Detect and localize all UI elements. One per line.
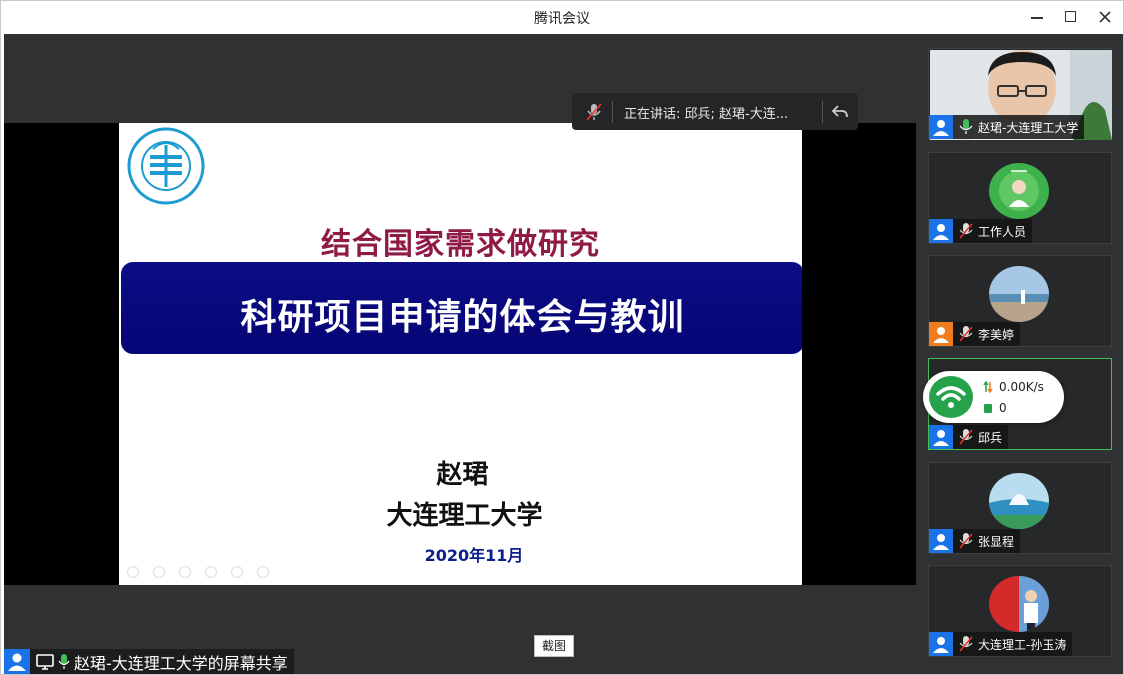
slide-tool-icon[interactable] xyxy=(257,566,269,578)
user-icon xyxy=(929,529,953,553)
participant-name: 大连理工-孙玉涛 xyxy=(978,637,1067,652)
slide-title: 科研项目申请的体会与教训 xyxy=(240,297,685,338)
close-button[interactable] xyxy=(1095,7,1115,27)
maximize-icon xyxy=(1065,11,1076,22)
participant-tile[interactable]: 工作人员 xyxy=(928,152,1112,244)
mic-muted-icon xyxy=(959,326,973,342)
presentation-slide: 结合国家需求做研究 科研项目申请的体会与教训 赵珺 大连理工大学 2020年11… xyxy=(119,123,802,585)
participant-name-bar: 工作人员 xyxy=(929,219,1033,243)
user-icon xyxy=(929,632,953,656)
participant-name-bar: 邱兵 xyxy=(929,425,1009,449)
participant-avatar xyxy=(989,473,1049,529)
participant-avatar xyxy=(989,576,1049,632)
network-speed-value: 0.00K/s xyxy=(999,380,1044,394)
participant-tile[interactable]: 大连理工-孙玉涛 xyxy=(928,565,1112,657)
mic-muted-icon xyxy=(959,223,973,239)
title-bar: 腾讯会议 xyxy=(1,1,1123,33)
participant-name-bar: 大连理工-孙玉涛 xyxy=(929,632,1073,656)
updown-arrow-icon xyxy=(983,381,993,393)
slide-title-banner: 科研项目申请的体会与教训 xyxy=(121,262,802,354)
participant-avatar xyxy=(989,266,1049,322)
slide-tool-icon[interactable] xyxy=(179,566,191,578)
share-owner-label: 赵珺-大连理工大学的屏幕共享 xyxy=(74,653,288,673)
slide-tool-icon[interactable] xyxy=(127,566,139,578)
mic-on-icon xyxy=(959,119,973,134)
packet-loss-icon xyxy=(984,404,992,413)
slide-toolbar xyxy=(127,566,269,580)
participant-tile[interactable]: 张显程 xyxy=(928,462,1112,554)
speaking-indicator: 正在讲话: 邱兵; 赵珺-大连... xyxy=(572,93,858,130)
speaking-text: 正在讲话: 邱兵; 赵珺-大连... xyxy=(624,107,789,122)
mic-muted-icon[interactable] xyxy=(586,103,602,121)
slide-university: 大连理工大学 xyxy=(386,501,543,531)
return-arrow-icon[interactable] xyxy=(830,102,850,122)
user-icon xyxy=(929,425,953,449)
university-logo-icon xyxy=(127,127,205,205)
screenshot-button[interactable]: 截图 xyxy=(534,635,574,657)
mic-muted-icon xyxy=(959,533,973,549)
mic-muted-icon xyxy=(959,429,973,445)
participant-name: 邱兵 xyxy=(978,430,1003,445)
user-icon xyxy=(929,115,953,139)
participant-name: 工作人员 xyxy=(978,224,1027,239)
participant-tile[interactable]: 赵珺-大连理工大学 xyxy=(928,48,1112,140)
participants-panel: 赵珺-大连理工大学 工作人员 李美婷 邱兵 张显程 大连理工-孙玉涛 xyxy=(916,34,1123,674)
slide-tool-icon[interactable] xyxy=(231,566,243,578)
slide-date: 2020年11月 xyxy=(424,546,524,565)
minimize-icon xyxy=(1031,17,1043,19)
wifi-icon xyxy=(929,376,973,418)
mic-on-icon xyxy=(58,653,70,669)
packet-loss: 0 xyxy=(983,401,1007,415)
participant-name-bar: 李美婷 xyxy=(929,322,1021,346)
participant-tile[interactable]: 李美婷 xyxy=(928,255,1112,347)
network-status-popup: 0.00K/s 0 xyxy=(923,371,1064,423)
divider xyxy=(822,101,823,123)
slide-author: 赵珺 xyxy=(436,460,489,490)
screen-share-area[interactable]: 结合国家需求做研究 科研项目申请的体会与教训 赵珺 大连理工大学 2020年11… xyxy=(4,34,916,674)
maximize-button[interactable] xyxy=(1061,7,1081,27)
participant-name-bar: 赵珺-大连理工大学 xyxy=(929,115,1085,139)
user-icon xyxy=(4,649,30,674)
slide-tool-icon[interactable] xyxy=(153,566,165,578)
participant-avatar xyxy=(989,163,1049,219)
packet-loss-value: 0 xyxy=(999,401,1007,415)
close-icon xyxy=(1099,11,1111,23)
share-owner-bar: 赵珺-大连理工大学的屏幕共享 xyxy=(4,649,294,674)
meeting-window: 腾讯会议 结合国家需求做研究 科研项目申请的体会与教训 赵珺 大连理工大学 20… xyxy=(0,0,1124,675)
slide-tool-icon[interactable] xyxy=(205,566,217,578)
participant-name-bar: 张显程 xyxy=(929,529,1021,553)
slide-heading: 结合国家需求做研究 xyxy=(321,227,600,262)
participant-name: 赵珺-大连理工大学 xyxy=(978,120,1079,135)
screen-share-icon xyxy=(36,653,54,670)
mic-muted-icon xyxy=(959,636,973,652)
user-icon xyxy=(929,322,953,346)
participant-name: 张显程 xyxy=(978,534,1015,549)
user-icon xyxy=(929,219,953,243)
participant-name: 李美婷 xyxy=(978,327,1015,342)
window-title: 腾讯会议 xyxy=(534,11,590,27)
network-speed: 0.00K/s xyxy=(983,380,1044,394)
divider xyxy=(612,101,613,123)
minimize-button[interactable] xyxy=(1027,7,1047,27)
